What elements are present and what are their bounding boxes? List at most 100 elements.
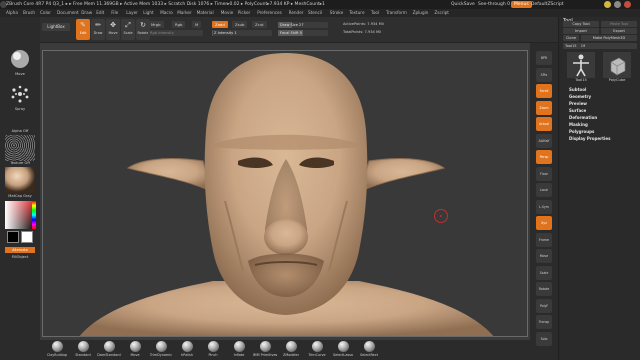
menu-item-alpha[interactable]: Alpha bbox=[6, 9, 18, 17]
spix-button[interactable]: SPix bbox=[536, 67, 552, 82]
palette-section-geometry[interactable]: Geometry bbox=[569, 94, 591, 99]
brush-selectrect[interactable]: SelectRect bbox=[356, 341, 382, 360]
zsub-button[interactable]: Zsub bbox=[232, 21, 248, 28]
menu-item-marker[interactable]: Marker bbox=[177, 9, 191, 17]
palette-section-subtool[interactable]: Subtool bbox=[569, 87, 586, 92]
local-button[interactable]: Local bbox=[536, 183, 552, 197]
brush-hpolish[interactable]: hPolish bbox=[174, 341, 200, 360]
menu-item-light[interactable]: Light bbox=[143, 9, 153, 17]
menu-item-stroke[interactable]: Stroke bbox=[330, 9, 343, 17]
scroll-button[interactable]: Scroll bbox=[536, 84, 552, 98]
menu-item-layer[interactable]: Layer bbox=[126, 9, 138, 17]
quicksave-button[interactable]: QuickSave bbox=[451, 0, 475, 9]
zoom-button[interactable]: Zoom bbox=[536, 100, 552, 115]
zadd-button[interactable]: Zadd bbox=[212, 21, 228, 28]
default-zscript-button[interactable]: DefaultZScript bbox=[531, 0, 564, 9]
menu-item-stencil[interactable]: Stencil bbox=[308, 9, 322, 17]
draw-size-slider[interactable]: Draw Size 27 bbox=[278, 22, 328, 28]
brush-thumbnail-move[interactable] bbox=[5, 47, 35, 71]
palette-section-deformation[interactable]: Deformation bbox=[569, 115, 597, 120]
brush-claybuildup[interactable]: ClayBuildup bbox=[44, 341, 70, 360]
tool-scale-button[interactable]: ⤢ Scale bbox=[121, 19, 135, 40]
close-icon[interactable] bbox=[624, 1, 631, 8]
document-viewport[interactable] bbox=[40, 43, 530, 340]
menu-item-texture[interactable]: Texture bbox=[349, 9, 364, 17]
menu-item-material[interactable]: Material bbox=[197, 9, 214, 17]
polyf-button[interactable]: PolyF bbox=[536, 298, 552, 313]
menu-item-picker[interactable]: Picker bbox=[238, 9, 250, 17]
bpr-button[interactable]: BPR bbox=[536, 51, 552, 65]
clone-button[interactable]: Clone bbox=[563, 35, 579, 41]
texture-thumbnail[interactable] bbox=[5, 167, 35, 193]
tool-slider[interactable]: Tool15 19 bbox=[563, 43, 637, 49]
m-button[interactable]: M bbox=[192, 21, 202, 28]
brush-move[interactable]: Move bbox=[122, 341, 148, 360]
menu-item-transform[interactable]: Transform bbox=[386, 9, 407, 17]
menu-item-brush[interactable]: Brush bbox=[23, 9, 35, 17]
menu-item-zplugin[interactable]: Zplugin bbox=[413, 9, 429, 17]
help-icon[interactable] bbox=[604, 1, 611, 8]
xyz-button[interactable]: Xyz bbox=[536, 216, 552, 230]
primary-color-swatch[interactable] bbox=[7, 231, 19, 243]
rotate-button[interactable]: Rotate bbox=[536, 282, 552, 296]
menus-button[interactable]: Menus bbox=[511, 1, 532, 8]
fill-object-button[interactable]: FillObject bbox=[0, 255, 40, 259]
copy-tool-button[interactable]: Copy Tool bbox=[563, 21, 599, 27]
menu-item-render[interactable]: Render bbox=[289, 9, 304, 17]
persp-button[interactable]: Persp bbox=[536, 150, 552, 164]
palette-section-polygroups[interactable]: Polygroups bbox=[569, 129, 594, 134]
menu-item-preferences[interactable]: Preferences bbox=[257, 9, 282, 17]
import-button[interactable]: Import bbox=[563, 28, 599, 34]
actual-button[interactable]: Actual bbox=[536, 117, 552, 131]
canvas[interactable] bbox=[42, 50, 528, 337]
minimize-icon[interactable] bbox=[614, 1, 621, 8]
brush-trimdynamic[interactable]: TrimDynamic bbox=[148, 341, 174, 360]
menu-item-document[interactable]: Document bbox=[57, 9, 79, 17]
tool-draw-button[interactable]: ✏ Draw bbox=[91, 19, 105, 40]
palette-section-masking[interactable]: Masking bbox=[569, 122, 588, 127]
make-polymesh-button[interactable]: Make PolyMesh3D bbox=[581, 35, 637, 41]
transp-button[interactable]: Transp bbox=[536, 315, 552, 329]
paste-tool-button[interactable]: Paste Tool bbox=[601, 21, 637, 27]
alpha-thumbnail[interactable] bbox=[5, 135, 35, 161]
lightbox-button[interactable]: LightBox bbox=[42, 23, 70, 31]
rgb-button[interactable]: Rgb bbox=[172, 21, 186, 28]
scale-button[interactable]: Scale bbox=[536, 265, 552, 280]
stroke-thumbnail-spray[interactable] bbox=[5, 82, 35, 106]
frame-button[interactable]: Frame bbox=[536, 232, 552, 247]
secondary-color-swatch[interactable] bbox=[21, 231, 33, 243]
tool-thumbnail-polycube[interactable] bbox=[603, 52, 631, 78]
z-intensity-slider[interactable]: Z Intensity 1 bbox=[212, 30, 272, 36]
brush-standard[interactable]: Standard bbox=[70, 341, 96, 360]
zcut-button[interactable]: Zcut bbox=[252, 21, 267, 28]
move-button[interactable]: Move bbox=[536, 249, 552, 263]
palette-section-preview[interactable]: Preview bbox=[569, 101, 587, 106]
palette-section-display-properties[interactable]: Display Properties bbox=[569, 136, 610, 141]
see-through-slider[interactable]: See-through 0 bbox=[478, 0, 510, 9]
brush-imm-primitives[interactable]: IMM Primitives bbox=[252, 341, 278, 360]
tool-move-button[interactable]: ✥ Move bbox=[106, 19, 120, 40]
menu-item-tool[interactable]: Tool bbox=[371, 9, 379, 17]
menu-item-file[interactable]: File bbox=[111, 9, 118, 17]
mrgb-button[interactable]: Mrgb bbox=[148, 21, 164, 28]
export-button[interactable]: Export bbox=[601, 28, 637, 34]
brush-zmodeler[interactable]: ZModeler bbox=[278, 341, 304, 360]
palette-section-surface[interactable]: Surface bbox=[569, 108, 586, 113]
focal-shift-slider[interactable]: Focal Shift 0 bbox=[278, 30, 328, 36]
floor-button[interactable]: Floor bbox=[536, 166, 552, 181]
brush-trimcurve[interactable]: TrimCurve bbox=[304, 341, 330, 360]
menu-item-zscript[interactable]: Zscript bbox=[434, 9, 449, 17]
menu-item-edit[interactable]: Edit bbox=[96, 9, 104, 17]
l-sym-button[interactable]: L.Sym bbox=[536, 199, 552, 214]
sculpt-head-model[interactable] bbox=[43, 51, 528, 337]
menu-item-macro[interactable]: Macro bbox=[160, 9, 173, 17]
hue-strip[interactable] bbox=[32, 201, 36, 229]
menu-item-color[interactable]: Color bbox=[40, 9, 51, 17]
tool-thumbnail-figure[interactable] bbox=[567, 52, 595, 78]
aahalf-button[interactable]: AAHalf bbox=[536, 133, 552, 148]
brush-pinch[interactable]: Pinch bbox=[200, 341, 226, 360]
menu-item-draw[interactable]: Draw bbox=[81, 9, 92, 17]
brush-selectlasso[interactable]: SelectLasso bbox=[330, 341, 356, 360]
rgb-intensity-slider[interactable]: Rgb Intensity bbox=[148, 30, 203, 36]
color-picker[interactable] bbox=[5, 201, 36, 229]
